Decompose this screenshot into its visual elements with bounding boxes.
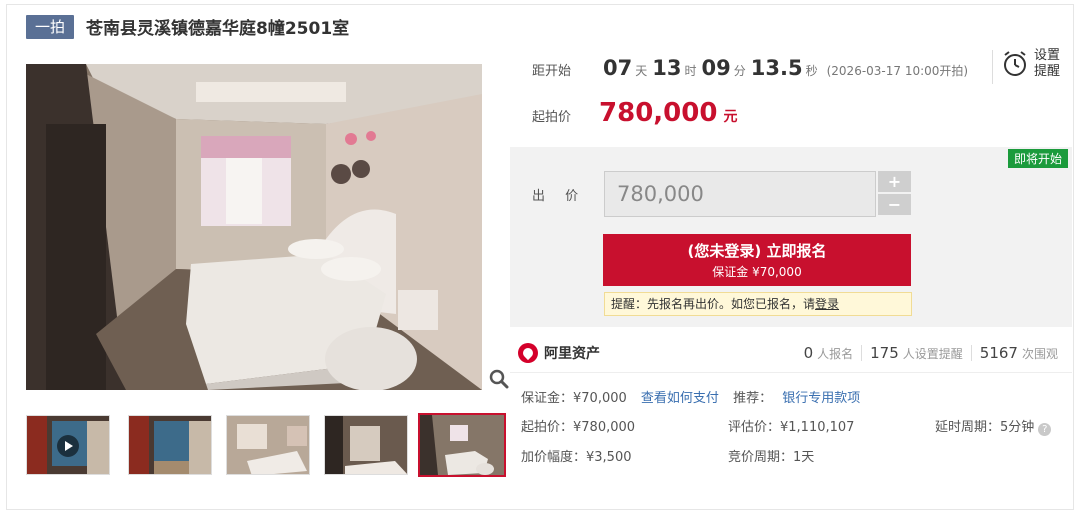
bid-label: 出 价	[532, 189, 587, 204]
reminder-count: 175	[870, 344, 899, 362]
signup-count-label: 人报名	[817, 347, 854, 361]
property-title: 苍南县灵溪镇德嘉华庭8幢2501室	[86, 19, 350, 39]
countdown-label: 距开始	[532, 64, 572, 79]
ali-assets-logo[interactable]: 阿里资产	[518, 343, 600, 363]
countdown: 距开始 07 天 13 时 09 分 13.5 秒 (2026-03-17 10…	[532, 56, 968, 80]
auction-stats: 0 人报名 175 人设置提醒 5167 次围观	[804, 344, 1058, 362]
help-icon[interactable]: ?	[1038, 423, 1052, 436]
recommend-label: 推荐：	[733, 391, 773, 406]
ali-assets-icon	[518, 343, 538, 363]
magnifier-icon[interactable]	[488, 368, 510, 390]
start-price-label: 起拍价	[532, 110, 572, 125]
start-price-value: 780,000	[599, 98, 718, 128]
start-time: (2026-03-17 10:00开拍)	[826, 64, 969, 78]
platform-row: 阿里资产 0 人报名 175 人设置提醒 5167 次围观	[518, 338, 1062, 368]
thumbnail-image	[420, 415, 504, 475]
play-icon	[57, 435, 79, 457]
countdown-hours-unit: 时	[684, 64, 697, 78]
signup-button-label: (您未登录) 立即报名	[687, 242, 827, 260]
divider	[510, 372, 1072, 373]
main-photo[interactable]	[26, 64, 482, 390]
signup-deposit-label: 保证金 ¥70,000	[712, 265, 802, 279]
countdown-hours: 13	[652, 56, 682, 80]
alarm-clock-icon	[1004, 51, 1026, 76]
countdown-days: 07	[603, 56, 633, 80]
start-price-detail: 起拍价：¥780,000	[521, 420, 636, 435]
thumbnail-1[interactable]	[26, 415, 110, 475]
countdown-seconds: 13.5	[750, 56, 803, 80]
countdown-minutes-unit: 分	[733, 64, 746, 78]
bid-increment: 加价幅度：¥3,500	[521, 450, 632, 465]
start-price: 起拍价 780,000 元	[532, 98, 737, 128]
thumbnail-image	[227, 416, 309, 474]
thumbnail-image	[129, 416, 211, 474]
divider	[861, 345, 863, 361]
login-tip: 提醒：先报名再出价。如您已报名，请登录	[604, 292, 912, 316]
set-reminder-label: 设置提醒	[1034, 48, 1061, 79]
how-to-pay-link[interactable]: 查看如何支付	[641, 391, 719, 406]
bid-amount-input[interactable]: 780,000	[604, 171, 876, 217]
thumbnail-4[interactable]	[324, 415, 408, 475]
bank-payment-link[interactable]: 银行专用款项	[782, 391, 860, 406]
reminder-count-label: 人设置提醒	[902, 347, 963, 361]
status-badge: 即将开始	[1007, 149, 1068, 168]
deposit-info: 保证金：¥70,000 查看如何支付 推荐： 银行专用款项	[521, 387, 860, 406]
countdown-minutes: 09	[701, 56, 731, 80]
thumbnail-2[interactable]	[128, 415, 212, 475]
login-link[interactable]: 登录	[815, 297, 839, 311]
bedroom-photo	[26, 64, 482, 390]
auction-round-tag: 一拍	[26, 14, 75, 39]
delay-period-text: 延时周期：5分钟	[935, 420, 1035, 435]
countdown-seconds-unit: 秒	[805, 64, 818, 78]
thumbnail-5-selected[interactable]	[418, 413, 506, 477]
login-tip-text: 提醒：先报名再出价。如您已报名，请	[611, 297, 816, 311]
bid-panel: 即将开始 出 价 780,000 + − (您未登录) 立即报名 保证金 ¥70…	[510, 147, 1072, 327]
divider	[970, 345, 972, 361]
thumbnail-image	[325, 416, 407, 474]
appraisal-price: 评估价：¥1,110,107	[728, 420, 855, 435]
thumbnail-3[interactable]	[226, 415, 310, 475]
platform-name: 阿里资产	[544, 346, 600, 362]
view-count: 5167	[979, 344, 1018, 362]
deposit-text: 保证金：¥70,000	[521, 391, 627, 406]
bidding-period: 竞价周期：1天	[728, 450, 815, 465]
signup-button[interactable]: (您未登录) 立即报名 保证金 ¥70,000	[603, 234, 911, 286]
start-price-unit: 元	[723, 109, 738, 125]
view-count-label: 次围观	[1021, 347, 1058, 361]
decrease-bid-button[interactable]: −	[878, 194, 911, 215]
signup-count: 0	[803, 344, 814, 362]
delay-period: 延时周期：5分钟?	[935, 416, 1052, 436]
set-reminder-button[interactable]: 设置提醒	[1002, 48, 1062, 80]
countdown-days-unit: 天	[635, 64, 648, 78]
increase-bid-button[interactable]: +	[878, 171, 911, 192]
divider	[992, 50, 993, 84]
title-row: 一拍 苍南县灵溪镇德嘉华庭8幢2501室	[26, 14, 349, 39]
